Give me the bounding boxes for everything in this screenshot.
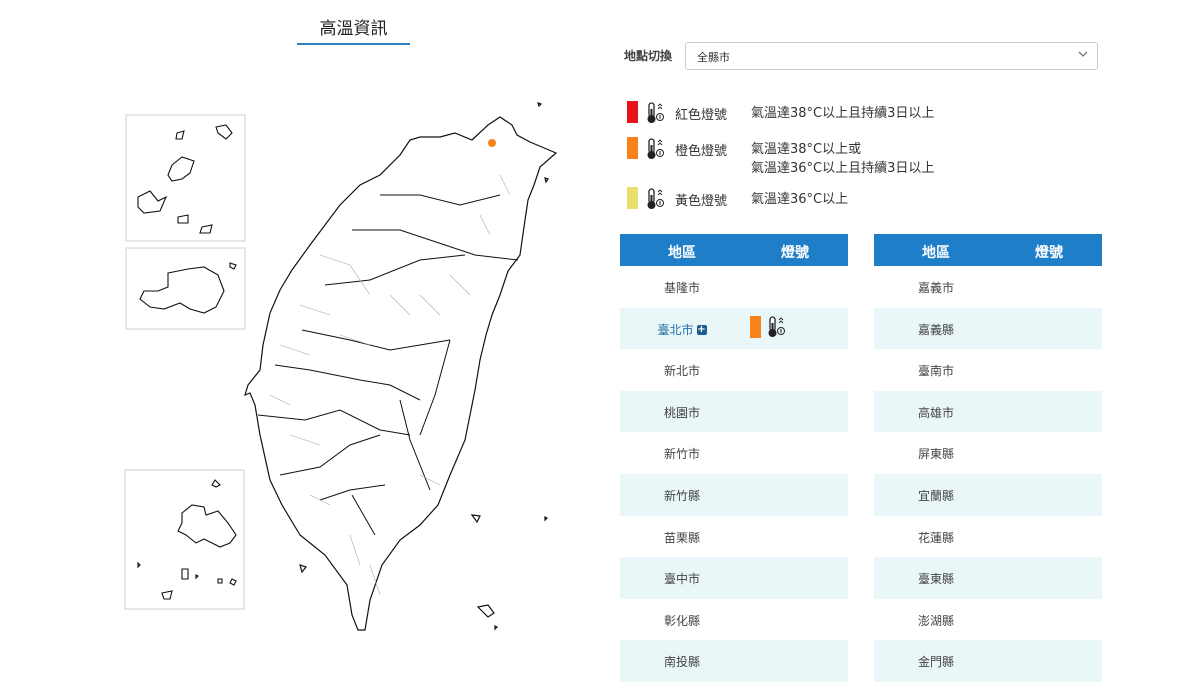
table-row[interactable]: 宜蘭縣 — [874, 473, 1102, 516]
region-label: 金門縣 — [917, 655, 954, 670]
region-name: 桃園市 — [620, 404, 744, 421]
legend-name: 紅色燈號 — [675, 108, 728, 123]
legend-desc-line: 氣溫達38°C以上且持續3日以上 — [751, 106, 935, 121]
legend-desc-line: 氣溫達36°C以上且持續3日以上 — [751, 161, 935, 176]
region-name: 屏東縣 — [874, 445, 998, 462]
region-label: 南投縣 — [663, 655, 700, 670]
header-region: 地區 — [668, 245, 696, 261]
legend-desc-line: 氣溫達38°C以上或 — [751, 142, 862, 157]
taipei-warning-marker — [488, 139, 496, 147]
region-name: 金門縣 — [874, 653, 998, 670]
region-label: 嘉義市 — [917, 281, 954, 295]
table-row[interactable]: 基隆市 — [620, 266, 848, 308]
region-name: 新竹縣 — [620, 487, 744, 504]
legend-swatch — [627, 187, 638, 209]
region-name: 臺南市 — [874, 362, 998, 379]
region-name: 基隆市 — [620, 279, 744, 296]
table-row[interactable]: 南投縣 — [620, 640, 848, 682]
location-select-value: 全縣市 — [697, 51, 730, 64]
region-label: 屏東縣 — [917, 447, 954, 462]
legend-desc: 氣溫達38°C以上且持續3日以上 — [751, 104, 934, 123]
region-name[interactable]: 臺北市 + — [620, 321, 744, 338]
region-label: 新竹縣 — [663, 488, 700, 503]
thermometer-icon — [645, 187, 667, 211]
table-row[interactable]: 屏東縣 — [874, 432, 1102, 474]
legend-name: 橙色燈號 — [675, 144, 728, 159]
region-label: 新北市 — [663, 364, 700, 379]
location-select[interactable]: 全縣市 — [685, 42, 1098, 70]
region-name: 苗栗縣 — [620, 529, 744, 546]
table-row[interactable]: 澎湖縣 — [874, 599, 1102, 641]
region-label: 嘉義縣 — [917, 322, 954, 337]
table-row[interactable]: 金門縣 — [874, 640, 1102, 682]
legend-swatch — [627, 101, 638, 123]
region-name: 南投縣 — [620, 653, 744, 670]
thermometer-icon — [766, 315, 788, 339]
region-name: 嘉義市 — [874, 279, 998, 296]
header-signal: 燈號 — [781, 245, 809, 261]
region-label: 花蓮縣 — [917, 530, 954, 545]
region-label: 臺南市 — [917, 364, 954, 379]
region-link[interactable]: 臺北市 — [657, 323, 693, 337]
table-row[interactable]: 新北市 — [620, 349, 848, 391]
page-title: 高溫資訊 — [297, 14, 410, 45]
table-row[interactable]: 臺南市 — [874, 349, 1102, 391]
table-row[interactable]: 臺中市 — [620, 557, 848, 599]
header-region: 地區 — [922, 245, 950, 261]
region-label: 臺東縣 — [917, 572, 954, 587]
table-row[interactable]: 新竹縣 — [620, 473, 848, 516]
region-name: 臺中市 — [620, 570, 744, 587]
thermometer-icon — [645, 101, 667, 125]
plus-icon[interactable]: + — [696, 325, 707, 336]
legend-name: 黃色燈號 — [675, 194, 728, 209]
region-name: 高雄市 — [874, 404, 998, 421]
table-row[interactable]: 臺東縣 — [874, 557, 1102, 599]
legend-swatch — [627, 137, 638, 159]
thermometer-icon — [645, 137, 667, 161]
warning-swatch — [750, 315, 761, 338]
region-label: 彰化縣 — [663, 613, 700, 628]
legend-desc: 氣溫達38°C以上或 氣溫達36°C以上且持續3日以上 — [751, 140, 934, 178]
region-label: 基隆市 — [663, 281, 700, 295]
table-row[interactable]: 彰化縣 — [620, 599, 848, 641]
header-signal: 燈號 — [1035, 245, 1063, 261]
region-label: 桃園市 — [663, 405, 700, 420]
table-row[interactable]: 桃園市 — [620, 390, 848, 433]
location-label: 地點切換 — [624, 49, 673, 63]
region-name: 臺東縣 — [874, 570, 998, 587]
table-row[interactable]: 高雄市 — [874, 390, 1102, 433]
region-name: 彰化縣 — [620, 612, 744, 629]
region-name: 新竹市 — [620, 445, 744, 462]
table-row[interactable]: 花蓮縣 — [874, 516, 1102, 558]
region-name: 花蓮縣 — [874, 529, 998, 546]
region-label: 苗栗縣 — [663, 530, 700, 545]
region-label: 臺中市 — [663, 572, 700, 587]
region-label: 宜蘭縣 — [917, 488, 954, 503]
region-name: 新北市 — [620, 362, 744, 379]
table-row[interactable]: 嘉義市 — [874, 266, 1102, 308]
chevron-down-icon — [1078, 51, 1088, 57]
taiwan-map[interactable] — [120, 95, 587, 655]
region-table-left: 地區 燈號 基隆市臺北市 + 新北市桃園市新竹市新竹縣苗栗縣臺中市彰化縣南投縣 — [620, 234, 848, 682]
table-row[interactable]: 苗栗縣 — [620, 516, 848, 558]
legend-desc: 氣溫達36°C以上 — [751, 190, 848, 209]
region-label: 高雄市 — [917, 405, 954, 420]
region-label: 澎湖縣 — [917, 613, 954, 628]
region-name: 宜蘭縣 — [874, 487, 998, 504]
table-header: 地區 燈號 — [874, 234, 1102, 266]
legend-desc-line: 氣溫達36°C以上 — [751, 192, 849, 207]
region-table-right: 地區 燈號 嘉義市嘉義縣臺南市高雄市屏東縣宜蘭縣花蓮縣臺東縣澎湖縣金門縣 — [874, 234, 1102, 682]
region-name: 澎湖縣 — [874, 612, 998, 629]
table-row[interactable]: 嘉義縣 — [874, 307, 1102, 350]
region-label: 新竹市 — [663, 447, 700, 462]
table-row[interactable]: 臺北市 + — [620, 307, 848, 350]
region-name: 嘉義縣 — [874, 321, 998, 338]
table-row[interactable]: 新竹市 — [620, 432, 848, 474]
table-header: 地區 燈號 — [620, 234, 848, 266]
